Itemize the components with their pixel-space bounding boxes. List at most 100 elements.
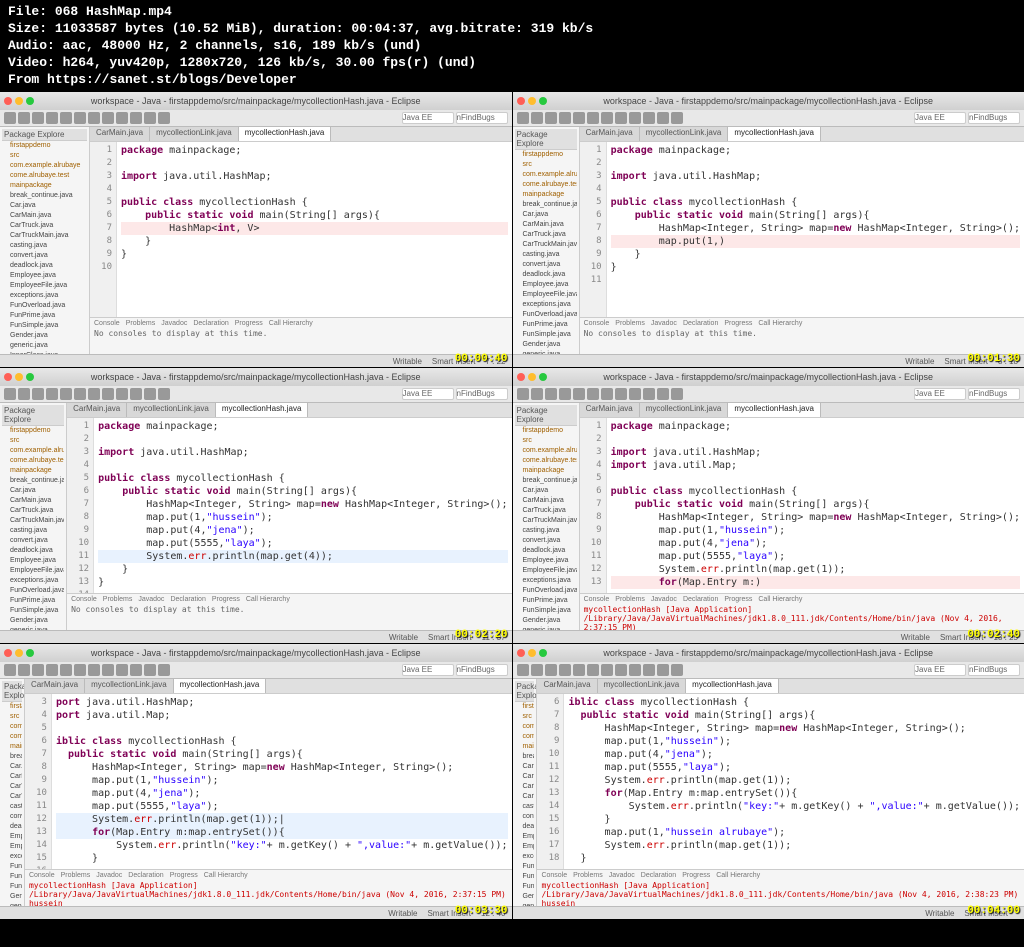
perspective-java[interactable]: Java EE <box>914 664 966 676</box>
tree-item[interactable]: Gender.java <box>4 616 64 626</box>
console-tab[interactable]: Declaration <box>683 320 718 327</box>
console-tab[interactable]: Javadoc <box>161 320 187 327</box>
editor-tab[interactable]: mycollectionLink.java <box>85 679 174 693</box>
tree-item[interactable]: mainpackage <box>4 466 64 476</box>
tree-item[interactable]: firstappdemo <box>4 702 22 712</box>
toolbar-icon[interactable] <box>60 112 72 124</box>
toolbar-icon[interactable] <box>74 112 86 124</box>
console-tab[interactable]: Declaration <box>128 872 163 879</box>
minimize-icon[interactable] <box>528 649 536 657</box>
tree-item[interactable]: mainpackage <box>4 742 22 752</box>
editor-tab[interactable]: mycollectionLink.java <box>127 403 216 417</box>
console-tab[interactable]: Console <box>584 320 610 327</box>
maximize-icon[interactable] <box>26 649 34 657</box>
tree-item[interactable]: CarTruckMain.java <box>517 516 577 526</box>
tree-item[interactable]: com.example.alrubaye <box>517 446 577 456</box>
tree-item[interactable]: com.example.alrubaye <box>4 446 64 456</box>
tree-item[interactable]: firstappdemo <box>517 426 577 436</box>
console-tab[interactable]: Progress <box>724 320 752 327</box>
maximize-icon[interactable] <box>539 373 547 381</box>
code-editor[interactable]: 6789101112131415161718iblic class mycoll… <box>537 694 1024 869</box>
tree-item[interactable]: CarTruck.java <box>517 506 577 516</box>
tree-item[interactable]: FunOverload.java <box>517 586 577 596</box>
editor-tab[interactable]: mycollectionHash.java <box>728 127 821 141</box>
package-explorer[interactable]: Package Explorefirstappdemosrccom.exampl… <box>513 679 538 906</box>
toolbar-icon[interactable] <box>629 112 641 124</box>
toolbar-icon[interactable] <box>671 388 683 400</box>
editor-tab[interactable]: mycollectionLink.java <box>150 127 239 141</box>
console-tab[interactable]: Call Hierarchy <box>758 596 802 603</box>
tree-item[interactable]: deadlock.java <box>4 261 87 271</box>
toolbar-icon[interactable] <box>573 664 585 676</box>
tree-item[interactable]: casting.java <box>517 250 577 260</box>
perspective-java[interactable]: Java EE <box>402 112 454 124</box>
toolbar-icon[interactable] <box>587 388 599 400</box>
console-panel[interactable]: ConsoleProblemsJavadocDeclarationProgres… <box>67 593 511 630</box>
console-panel[interactable]: ConsoleProblemsJavadocDeclarationProgres… <box>580 593 1024 630</box>
toolbar-icon[interactable] <box>74 664 86 676</box>
tree-item[interactable]: FunSimple.java <box>4 606 64 616</box>
tree-item[interactable]: convert.java <box>517 536 577 546</box>
console-panel[interactable]: ConsoleProblemsJavadocDeclarationProgres… <box>580 317 1024 354</box>
toolbar-icon[interactable] <box>74 388 86 400</box>
findbugs-box[interactable]: nFindBugs <box>456 388 508 400</box>
tree-item[interactable]: src <box>517 712 535 722</box>
tree-item[interactable]: break_continue.java <box>4 476 64 486</box>
tree-item[interactable]: EmployeeFile.java <box>517 290 577 300</box>
console-tab[interactable]: Progress <box>724 596 752 603</box>
console-tab[interactable]: Javadoc <box>651 596 677 603</box>
toolbar-icon[interactable] <box>629 388 641 400</box>
toolbar-icon[interactable] <box>144 388 156 400</box>
tree-item[interactable]: break_continue.java <box>517 752 535 762</box>
tree-item[interactable]: EmployeeFile.java <box>517 566 577 576</box>
editor-tab[interactable]: mycollectionHash.java <box>686 679 779 693</box>
editor-tab[interactable]: CarMain.java <box>580 127 640 141</box>
editor-tab[interactable]: mycollectionHash.java <box>216 403 309 417</box>
toolbar-icon[interactable] <box>531 388 543 400</box>
console-tab[interactable]: Declaration <box>170 596 205 603</box>
toolbar-icon[interactable] <box>545 388 557 400</box>
findbugs-box[interactable]: nFindBugs <box>456 664 508 676</box>
toolbar-icon[interactable] <box>671 664 683 676</box>
maximize-icon[interactable] <box>26 97 34 105</box>
tree-item[interactable]: Gender.java <box>517 892 535 902</box>
console-tab[interactable]: Problems <box>615 596 645 603</box>
editor-tab[interactable]: CarMain.java <box>67 403 127 417</box>
tree-item[interactable]: Gender.java <box>517 340 577 350</box>
tree-item[interactable]: Gender.java <box>4 892 22 902</box>
tree-item[interactable]: EmployeeFile.java <box>4 842 22 852</box>
tree-item[interactable]: CarTruck.java <box>4 782 22 792</box>
tree-item[interactable]: CarMain.java <box>4 496 64 506</box>
console-panel[interactable]: ConsoleProblemsJavadocDeclarationProgres… <box>537 869 1024 906</box>
toolbar-icon[interactable] <box>116 388 128 400</box>
toolbar-icon[interactable] <box>615 112 627 124</box>
toolbar-icon[interactable] <box>158 112 170 124</box>
tree-item[interactable]: FunPrime.java <box>517 596 577 606</box>
tree-item[interactable]: CarMain.java <box>4 772 22 782</box>
close-icon[interactable] <box>517 649 525 657</box>
console-tab[interactable]: Declaration <box>641 872 676 879</box>
tree-item[interactable]: CarTruck.java <box>4 221 87 231</box>
tree-item[interactable]: mainpackage <box>517 742 535 752</box>
editor-tab[interactable]: CarMain.java <box>580 403 640 417</box>
tree-item[interactable]: exceptions.java <box>4 852 22 862</box>
tree-item[interactable]: src <box>4 712 22 722</box>
toolbar-icon[interactable] <box>18 112 30 124</box>
tree-item[interactable]: Employee.java <box>4 556 64 566</box>
tree-item[interactable]: Car.java <box>4 486 64 496</box>
tree-item[interactable]: CarTruckMain.java <box>4 792 22 802</box>
toolbar-icon[interactable] <box>601 664 613 676</box>
tree-item[interactable]: src <box>517 160 577 170</box>
console-tab[interactable]: Javadoc <box>651 320 677 327</box>
tree-item[interactable]: exceptions.java <box>4 576 64 586</box>
console-tab[interactable]: Console <box>71 596 97 603</box>
tree-item[interactable]: FunPrime.java <box>4 872 22 882</box>
tree-item[interactable]: come.alrubaye.test <box>517 456 577 466</box>
tree-item[interactable]: come.alrubaye.test <box>4 732 22 742</box>
tree-item[interactable]: break_continue.java <box>517 476 577 486</box>
console-tab[interactable]: Call Hierarchy <box>204 872 248 879</box>
tree-item[interactable]: Gender.java <box>517 616 577 626</box>
console-panel[interactable]: ConsoleProblemsJavadocDeclarationProgres… <box>25 869 512 906</box>
console-tab[interactable]: Call Hierarchy <box>758 320 802 327</box>
code-editor[interactable]: 12345678910111213package mainpackage; im… <box>580 418 1024 593</box>
